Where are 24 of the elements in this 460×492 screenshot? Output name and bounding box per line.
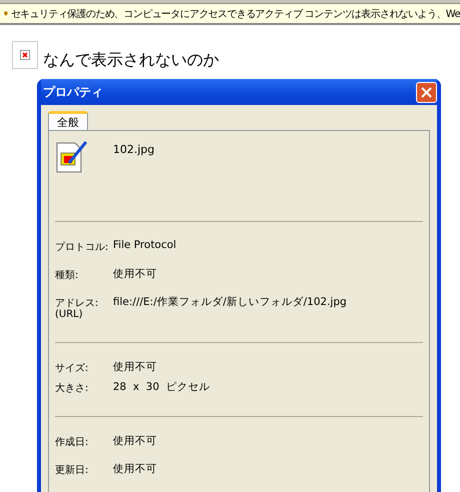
property-label: 大きさ: <box>55 382 90 394</box>
property-value: 使用不可 <box>113 267 157 281</box>
property-value: 使用不可 <box>113 434 157 448</box>
info-bar-text: セキュリティ保護のため、コンピュータにアクセスできるアクティブ コンテンツは表示されないよう、We <box>10 8 460 20</box>
property-value: File Protocol <box>113 239 176 251</box>
close-button[interactable] <box>416 82 437 102</box>
file-name: 102.jpg <box>113 142 155 158</box>
broken-image-icon <box>12 41 38 69</box>
tab[interactable]: 全般 <box>48 111 88 130</box>
property-label: プロトコル: <box>55 240 110 253</box>
window-title: プロパティ <box>43 84 103 100</box>
property-value: file:///E:/作業フォルダ/新しいフォルダ/102.jpg <box>113 295 347 309</box>
property-value: 使用不可 <box>113 360 157 374</box>
property-label: 作成日: <box>55 436 90 448</box>
property-value: 28 x 30 ピクセル <box>113 380 210 394</box>
image-file-icon <box>55 139 89 173</box>
page-heading: なんで表示されないのか <box>43 51 219 69</box>
info-bar[interactable]: セキュリティ保護のため、コンピュータにアクセスできるアクティブ コンテンツは表示されないよう、We <box>0 4 460 25</box>
property-label: アドレス: (URL) <box>55 297 100 320</box>
property-label: サイズ: <box>55 362 90 374</box>
property-label: 更新日: <box>55 464 90 476</box>
property-value: 使用不可 <box>113 462 157 476</box>
close-icon <box>421 86 432 98</box>
property-label: 種類: <box>55 268 80 281</box>
